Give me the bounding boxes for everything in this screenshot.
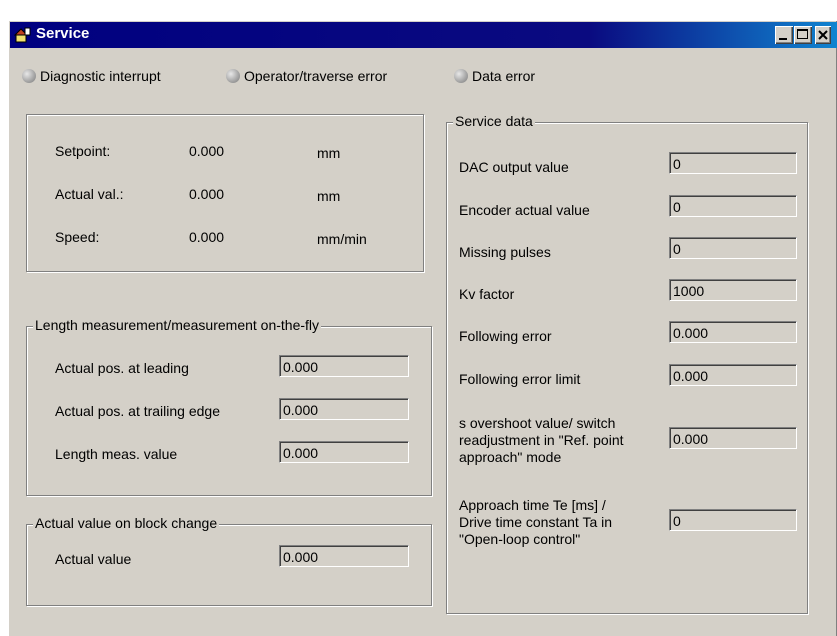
length-meas-field[interactable]: 0.000 — [279, 441, 409, 463]
kv-factor-label: Kv factor — [459, 286, 515, 302]
operator-error-label: Operator/traverse error — [244, 68, 388, 84]
missing-pulses-field[interactable]: 0 — [669, 237, 797, 259]
overshoot-label: s overshoot value/ switch readjustment i… — [459, 415, 624, 466]
actual-value: 0.000 — [189, 186, 225, 202]
overshoot-label-line3: approach" mode — [459, 449, 562, 465]
speed-unit: mm/min — [317, 231, 367, 247]
trailing-edge-label: Actual pos. at trailing edge — [55, 403, 220, 419]
following-error-limit-field[interactable]: 0.000 — [669, 364, 797, 386]
setpoint-unit: mm — [317, 145, 341, 161]
following-error-limit-label: Following error limit — [459, 371, 581, 387]
status-led-icon — [454, 69, 468, 83]
service-window: Service Diagnostic interrupt Operator/tr… — [8, 20, 837, 636]
block-change-actual-label: Actual value — [55, 551, 132, 567]
encoder-actual-field[interactable]: 0 — [669, 195, 797, 217]
speed-label: Speed: — [55, 229, 100, 245]
status-led-icon — [226, 69, 240, 83]
service-data-group: Service data DAC output value 0 Encoder … — [446, 113, 808, 614]
leading-edge-field[interactable]: 0.000 — [279, 355, 409, 377]
window-title: Service — [36, 25, 90, 42]
operator-error-indicator: Operator/traverse error — [226, 68, 387, 84]
approach-label-line2: Drive time constant Ta in — [459, 514, 613, 530]
length-meas-label: Length meas. value — [55, 446, 178, 462]
service-icon — [13, 26, 32, 44]
kv-factor-field[interactable]: 1000 — [669, 279, 797, 301]
position-group: Setpoint: 0.000 mm Actual val.: 0.000 mm… — [26, 114, 424, 272]
minimize-icon — [779, 38, 787, 40]
missing-pulses-label: Missing pulses — [459, 244, 551, 260]
block-change-actual-field[interactable]: 0.000 — [279, 545, 409, 567]
maximize-button[interactable] — [794, 26, 812, 44]
setpoint-value: 0.000 — [189, 143, 225, 159]
minimize-button[interactable] — [775, 26, 793, 44]
diagnostic-interrupt-indicator: Diagnostic interrupt — [22, 68, 161, 84]
trailing-edge-field[interactable]: 0.000 — [279, 398, 409, 420]
service-data-title: Service data — [453, 113, 535, 129]
data-error-label: Data error — [472, 68, 536, 84]
block-change-group: Actual value on block change Actual valu… — [26, 515, 432, 606]
dac-output-label: DAC output value — [459, 159, 569, 175]
length-measurement-title: Length measurement/measurement on-the-fl… — [33, 317, 322, 333]
following-error-label: Following error — [459, 328, 552, 344]
status-led-icon — [22, 69, 36, 83]
maximize-icon — [797, 29, 808, 39]
desktop-background — [0, 0, 8, 636]
approach-label-line1: Approach time Te [ms] / — [459, 497, 606, 513]
actual-value-label: Actual val.: — [55, 186, 124, 202]
leading-edge-label: Actual pos. at leading — [55, 360, 189, 376]
following-error-field[interactable]: 0.000 — [669, 321, 797, 343]
actual-value-unit: mm — [317, 188, 341, 204]
encoder-actual-label: Encoder actual value — [459, 202, 590, 218]
setpoint-label: Setpoint: — [55, 143, 111, 159]
diagnostic-interrupt-label: Diagnostic interrupt — [40, 68, 161, 84]
speed-value: 0.000 — [189, 229, 225, 245]
dac-output-field[interactable]: 0 — [669, 152, 797, 174]
block-change-title: Actual value on block change — [33, 515, 220, 531]
overshoot-label-line2: readjustment in "Ref. point — [459, 432, 624, 448]
length-measurement-group: Length measurement/measurement on-the-fl… — [26, 317, 432, 496]
approach-time-field[interactable]: 0 — [669, 509, 797, 531]
approach-label-line3: "Open-loop control" — [459, 531, 581, 547]
close-button[interactable] — [815, 26, 831, 44]
close-icon — [818, 30, 828, 40]
overshoot-field[interactable]: 0.000 — [669, 427, 797, 449]
approach-time-label: Approach time Te [ms] / Drive time const… — [459, 497, 612, 548]
title-bar[interactable]: Service — [10, 22, 837, 48]
overshoot-label-line1: s overshoot value/ switch — [459, 415, 616, 431]
data-error-indicator: Data error — [454, 68, 535, 84]
